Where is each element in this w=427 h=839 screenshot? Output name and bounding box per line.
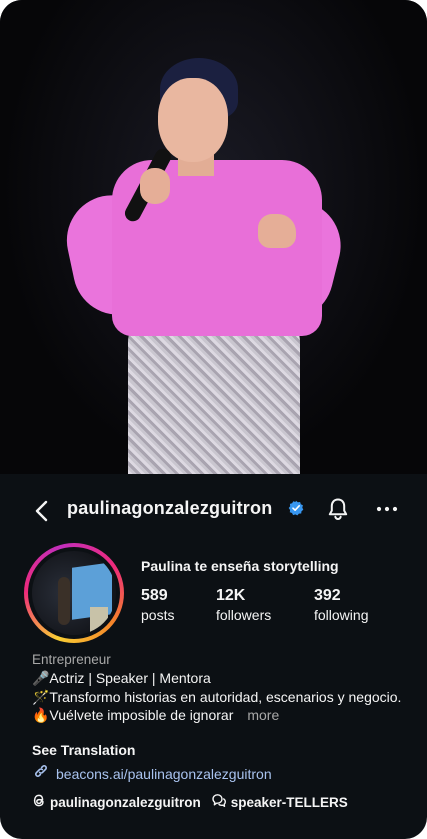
profile-link[interactable]: beacons.ai/paulinagonzalezguitron: [32, 762, 272, 785]
avatar[interactable]: [32, 551, 116, 635]
stat-posts-value: 589: [141, 587, 168, 604]
broadcast-channel-icon: [211, 793, 227, 811]
threads-handle: paulinagonzalezguitron: [50, 794, 201, 810]
ellipsis-icon[interactable]: [372, 496, 402, 522]
stat-followers-label: followers: [216, 607, 272, 623]
photo-face: [158, 78, 228, 162]
stat-followers-value: 12K: [216, 587, 246, 604]
profile-screen: paulinagonzalezguitron Paulina te enseña…: [0, 0, 427, 839]
stat-followers[interactable]: 12K followers: [216, 587, 271, 623]
profile-chips: paulinagonzalezguitron speaker-TELLERS: [32, 793, 348, 811]
stat-posts-label: posts: [141, 607, 175, 623]
bio: 🎤Actriz | Speaker | Mentora 🪄Transformo …: [32, 669, 402, 725]
threads-chip[interactable]: paulinagonzalezguitron: [32, 793, 201, 811]
link-icon: [32, 762, 50, 785]
display-name: Paulina te enseña storytelling: [141, 558, 339, 574]
avatar-lectern: [90, 607, 108, 633]
photo-hand-right: [258, 214, 296, 248]
bio-line: 🎤Actriz | Speaker | Mentora: [32, 670, 211, 686]
verified-badge-icon: [288, 500, 304, 516]
stat-posts[interactable]: 589 posts: [141, 587, 174, 623]
stat-following[interactable]: 392 following: [314, 587, 368, 623]
bio-line: 🪄Transformo historias en autoridad, esce…: [32, 688, 402, 705]
chevron-left-icon[interactable]: [26, 496, 56, 526]
photo-hand-left: [140, 168, 170, 204]
photo-skirt: [128, 312, 300, 474]
profile-username[interactable]: paulinagonzalezguitron: [67, 498, 272, 519]
profile-link-text[interactable]: beacons.ai/paulinagonzalezguitron: [56, 766, 272, 782]
stat-following-value: 392: [314, 587, 341, 604]
avatar-person: [58, 577, 70, 625]
story-ring[interactable]: [24, 543, 124, 643]
bio-line-with-more: 🔥Vuélvete imposible de ignorar more: [32, 706, 402, 725]
channel-name: speaker-TELLERS: [230, 794, 348, 810]
bio-line: 🔥Vuélvete imposible de ignorar: [32, 707, 234, 723]
bio-more-link[interactable]: more: [247, 707, 279, 723]
profile-top-bar: paulinagonzalezguitron: [0, 474, 427, 542]
bell-icon[interactable]: [325, 496, 351, 522]
threads-icon: [32, 793, 46, 811]
stat-following-label: following: [314, 607, 369, 623]
cover-photo: [0, 0, 427, 474]
profile-category: Entrepreneur: [32, 652, 111, 667]
channel-chip[interactable]: speaker-TELLERS: [211, 793, 348, 811]
see-translation-link[interactable]: See Translation: [32, 742, 135, 758]
